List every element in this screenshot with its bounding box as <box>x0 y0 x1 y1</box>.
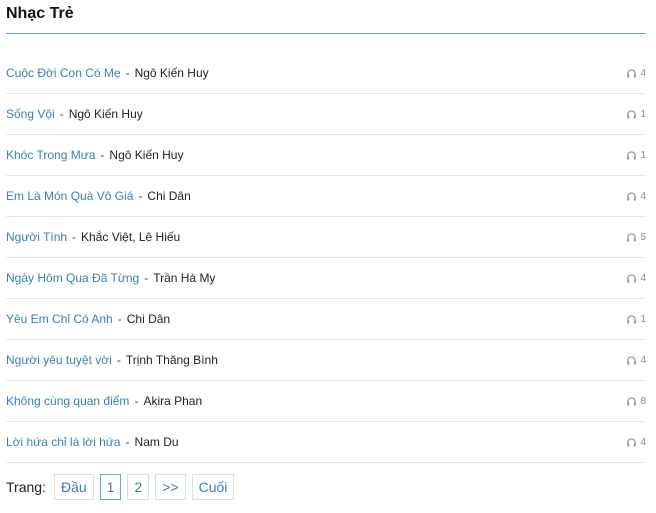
play-count: 4 <box>626 340 646 380</box>
song-title-link[interactable]: Khóc Trong Mưa <box>6 148 95 162</box>
play-count-value: 4 <box>640 67 646 79</box>
headphones-icon <box>627 232 637 242</box>
separator: - <box>116 353 121 367</box>
headphones-icon <box>627 437 637 447</box>
artist-link[interactable]: Trần Hà My <box>153 271 215 285</box>
artist-link[interactable]: Khắc Việt, Lê Hiếu <box>81 230 180 244</box>
song-title-link[interactable]: Lời hứa chỉ là lời hứa <box>6 435 121 449</box>
separator: - <box>138 189 143 203</box>
play-count: 1 <box>626 94 646 134</box>
list-item: Người yêu tuyệt vời - Trịnh Thăng Bình 4 <box>6 340 646 381</box>
song-list-panel: Nhạc Trẻ Cuộc Đời Con Có Mẹ - Ngô Kiến H… <box>0 0 656 513</box>
headphones-icon <box>627 314 637 324</box>
page-2-button[interactable]: 2 <box>127 474 150 500</box>
artist-link[interactable]: Ngô Kiến Huy <box>109 148 183 162</box>
first-page-button[interactable]: Đầu <box>53 474 94 500</box>
play-count-value: 5 <box>640 231 646 243</box>
artist-link[interactable]: Nam Du <box>135 435 179 449</box>
separator: - <box>144 271 149 285</box>
play-count: 1 <box>626 299 646 339</box>
song-title-link[interactable]: Không cùng quan điểm <box>6 394 129 408</box>
play-count-value: 4 <box>640 190 646 202</box>
headphones-icon <box>627 68 637 78</box>
play-count: 4 <box>626 53 646 93</box>
play-count: 1 <box>626 135 646 175</box>
next-page-button[interactable]: >> <box>155 474 186 500</box>
pagination-label: Trang: <box>6 479 46 495</box>
play-count: 4 <box>626 422 646 462</box>
play-count-value: 1 <box>640 108 646 120</box>
separator: - <box>125 435 130 449</box>
last-page-button[interactable]: Cuối <box>191 474 235 500</box>
song-list: Cuộc Đời Con Có Mẹ - Ngô Kiến Huy 4 Sống… <box>6 53 646 463</box>
play-count-value: 8 <box>640 395 646 407</box>
play-count: 5 <box>626 217 646 257</box>
title-underline <box>6 33 646 34</box>
list-item: Sống Vội - Ngô Kiến Huy 1 <box>6 94 646 135</box>
separator: - <box>117 312 122 326</box>
headphones-icon <box>627 396 637 406</box>
headphones-icon <box>627 355 637 365</box>
artist-link[interactable]: Ngô Kiến Huy <box>69 107 143 121</box>
list-item: Lời hứa chỉ là lời hứa - Nam Du 4 <box>6 422 646 463</box>
artist-link[interactable]: Chi Dân <box>147 189 190 203</box>
artist-link[interactable]: Chi Dân <box>127 312 170 326</box>
song-title-link[interactable]: Người yêu tuyệt vời <box>6 353 112 367</box>
list-item: Yêu Em Chỉ Có Anh - Chi Dân 1 <box>6 299 646 340</box>
list-item: Ngày Hôm Qua Đã Từng - Trần Hà My 4 <box>6 258 646 299</box>
headphones-icon <box>627 109 637 119</box>
headphones-icon <box>627 150 637 160</box>
list-item: Em Là Món Quà Vô Giá - Chi Dân 4 <box>6 176 646 217</box>
list-item: Người Tình - Khắc Việt, Lê Hiếu 5 <box>6 217 646 258</box>
list-item: Không cùng quan điểm - Akira Phan 8 <box>6 381 646 422</box>
page-title: Nhạc Trẻ <box>6 5 74 22</box>
artist-link[interactable]: Trịnh Thăng Bình <box>126 353 218 367</box>
artist-link[interactable]: Akira Phan <box>143 394 202 408</box>
headphones-icon <box>627 191 637 201</box>
separator: - <box>72 230 77 244</box>
list-item: Khóc Trong Mưa - Ngô Kiến Huy 1 <box>6 135 646 176</box>
page-1-button[interactable]: 1 <box>99 474 122 500</box>
pagination: Trang: Đầu 1 2 >> Cuối <box>6 474 235 500</box>
artist-link[interactable]: Ngô Kiến Huy <box>135 66 209 80</box>
play-count-value: 4 <box>640 354 646 366</box>
song-title-link[interactable]: Em Là Món Quà Vô Giá <box>6 189 133 203</box>
list-item: Cuộc Đời Con Có Mẹ - Ngô Kiến Huy 4 <box>6 53 646 94</box>
play-count-value: 4 <box>640 436 646 448</box>
play-count: 8 <box>626 381 646 421</box>
separator: - <box>100 148 105 162</box>
song-title-link[interactable]: Người Tình <box>6 230 67 244</box>
play-count: 4 <box>626 176 646 216</box>
song-title-link[interactable]: Sống Vội <box>6 107 55 121</box>
separator: - <box>125 66 130 80</box>
play-count-value: 4 <box>640 272 646 284</box>
headphones-icon <box>627 273 637 283</box>
play-count-value: 1 <box>640 149 646 161</box>
song-title-link[interactable]: Yêu Em Chỉ Có Anh <box>6 312 113 326</box>
separator: - <box>134 394 139 408</box>
play-count: 4 <box>626 258 646 298</box>
song-title-link[interactable]: Ngày Hôm Qua Đã Từng <box>6 271 139 285</box>
play-count-value: 1 <box>640 313 646 325</box>
separator: - <box>59 107 64 121</box>
song-title-link[interactable]: Cuộc Đời Con Có Mẹ <box>6 66 121 80</box>
